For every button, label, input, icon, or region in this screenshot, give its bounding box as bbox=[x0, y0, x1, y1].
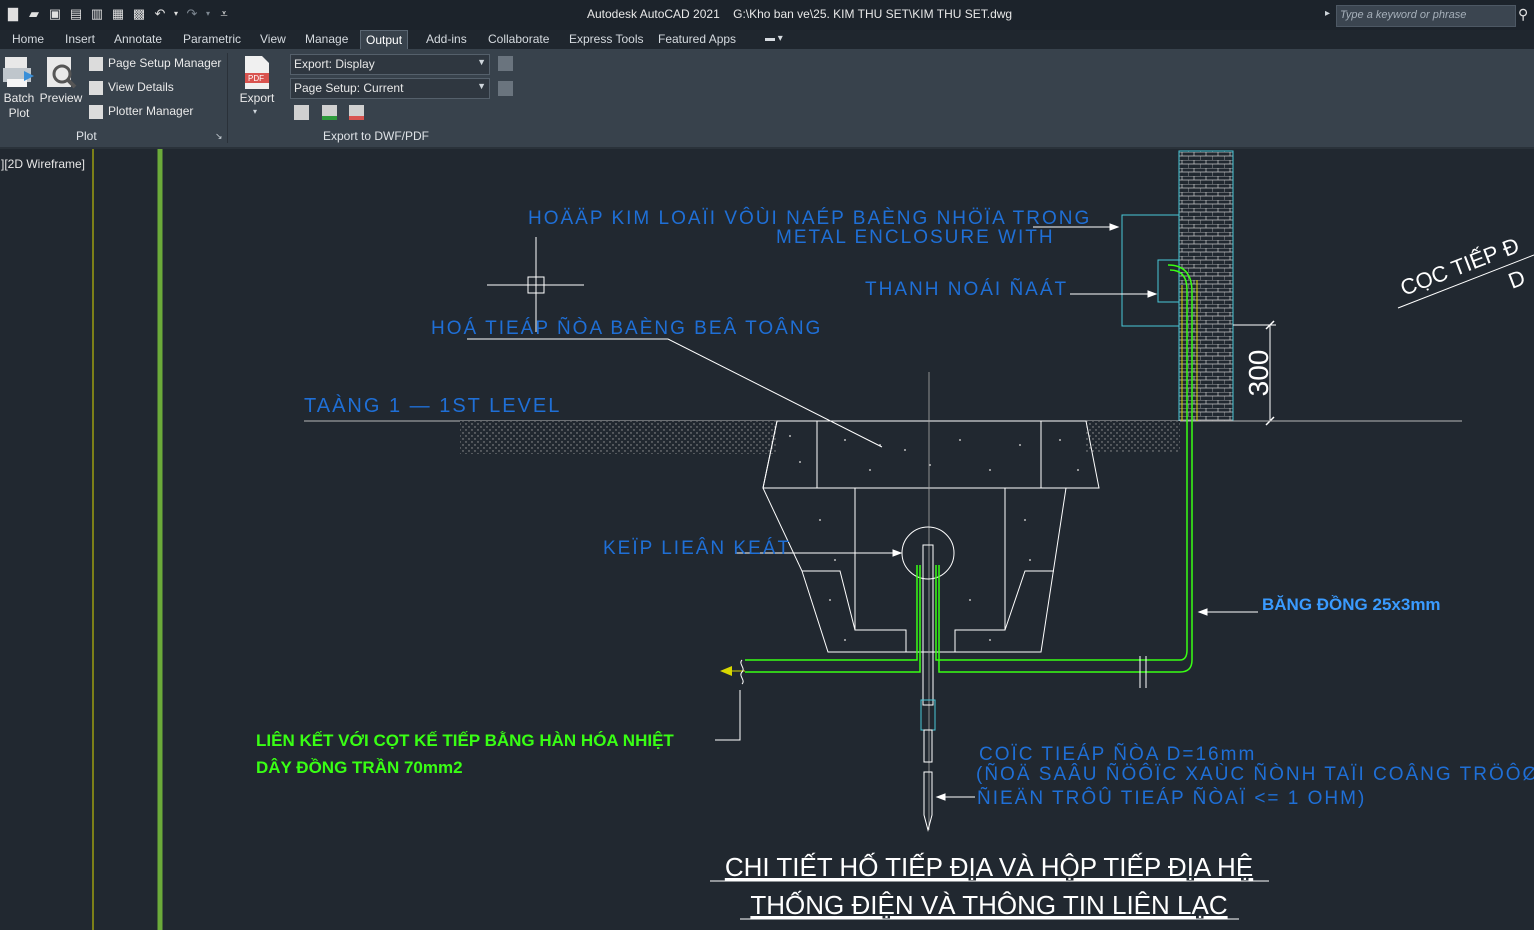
clamp-label: KEÏP LIEÂN KEÁT bbox=[603, 537, 791, 559]
terminal-label: THANH NOÁI ÑAÁT bbox=[865, 278, 1068, 300]
dim-text: 300 bbox=[1243, 350, 1274, 397]
copper-strip-right bbox=[935, 269, 1188, 661]
enclosure-label-1: HOÄÄP KIM LOAÏI VÔÙI NAÉP BAÈNG NHÖÏA TR… bbox=[528, 207, 1091, 229]
link-label-2: DÂY ĐỒNG TRẦN 70mm2 bbox=[256, 758, 463, 777]
soil-hatch-right bbox=[1086, 421, 1180, 452]
copper-wire-left bbox=[745, 565, 918, 661]
ground-rod-upper bbox=[922, 544, 934, 706]
ground-rod-tip bbox=[923, 771, 933, 832]
viewport-style-label[interactable]: ][2D Wireframe] bbox=[1, 157, 85, 171]
link-label-1: LIÊN KẾT VỚI CỌT KẾ TIẾP BẰNG HÀN HÓA NH… bbox=[256, 731, 674, 750]
copper-strip-label: BĂNG ĐỒNG 25x3mm bbox=[1262, 595, 1441, 614]
copper-wire-left-2 bbox=[745, 565, 921, 673]
soil-hatch-left bbox=[460, 421, 777, 454]
pit-step-left bbox=[802, 570, 856, 631]
detail-heading-2: THỐNG ĐIỆN VÀ THÔNG TIN LIÊN LẠC bbox=[750, 890, 1227, 920]
leader-lines bbox=[467, 223, 1534, 801]
level-label: TAÀNG 1 — 1ST LEVEL bbox=[304, 394, 561, 417]
rod-label-1: COÏC TIEÁP ÑÒA D=16mm bbox=[979, 743, 1256, 765]
pit-step-right bbox=[1004, 570, 1054, 631]
concrete-speckles bbox=[789, 435, 1079, 641]
pit-label: HOÁ TIEÁP ÑÒA BAÈNG BEÂ TOÂNG bbox=[431, 317, 822, 339]
pit-inner-left bbox=[854, 488, 907, 652]
enclosure-label-2: METAL ENCLOSURE WITH bbox=[776, 227, 1055, 248]
wire-arrow-left bbox=[720, 666, 732, 676]
pit-inner-right bbox=[954, 488, 1006, 652]
concrete-pit-outline bbox=[762, 420, 1100, 653]
drawing-canvas[interactable]: 300 HOÄÄP KIM LOAÏI VÔÙI NAÉP BAÈNG NHÖÏ… bbox=[0, 0, 1534, 930]
clamp-detail-circle bbox=[901, 526, 955, 580]
right-detail-label-2: D bbox=[1505, 265, 1529, 294]
rod-label-2: (ÑOÄ SAÂU ÑÖÔÏC XAÙC ÑÒNH TAÏI COÂNG TRÖ… bbox=[976, 763, 1534, 785]
rod-label-3: ÑIEÄN TRÔÛ TIEÁP ÑÒAÏ <= 1 OHM) bbox=[977, 787, 1366, 809]
detail-heading-1: CHI TIẾT HỐ TIẾP ĐỊA VÀ HỘP TIẾP ĐỊA HỆ bbox=[725, 852, 1253, 882]
ground-rod-mid bbox=[923, 729, 933, 763]
